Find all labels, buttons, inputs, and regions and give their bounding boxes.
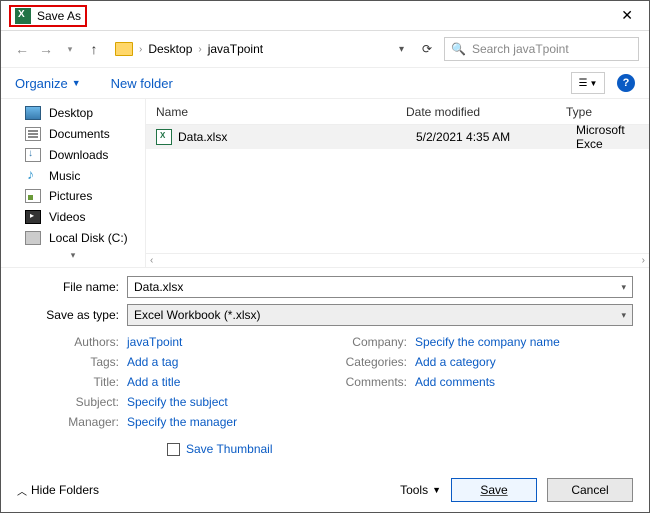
chevron-down-icon: ▼ [72, 78, 81, 88]
column-name[interactable]: Name [146, 105, 396, 119]
videos-icon [25, 210, 41, 224]
tools-menu[interactable]: Tools ▼ [400, 483, 441, 497]
sidebar-item-desktop[interactable]: Desktop [1, 103, 145, 124]
downloads-icon [25, 148, 41, 162]
chevron-down-icon[interactable]: ▾ [621, 282, 626, 293]
search-input[interactable]: 🔍 Search javaTpoint [444, 37, 639, 61]
chevron-down-icon: ▼ [432, 485, 441, 495]
save-button[interactable]: Save [451, 478, 537, 502]
chevron-down-icon: ▼ [590, 79, 598, 88]
tags-label: Tags: [17, 355, 127, 369]
tags-value[interactable]: Add a tag [127, 355, 178, 369]
authors-value[interactable]: javaTpoint [127, 335, 182, 349]
nav-recent-icon[interactable]: ▾ [59, 38, 81, 60]
sidebar-item-videos[interactable]: Videos [1, 207, 145, 228]
sidebar-item-music[interactable]: Music [1, 165, 145, 186]
disk-icon [25, 231, 41, 245]
save-thumbnail-label: Save Thumbnail [186, 442, 273, 456]
sidebar-item-local-disk[interactable]: Local Disk (C:) [1, 227, 145, 248]
title-value[interactable]: Add a title [127, 375, 180, 389]
savetype-select[interactable]: Excel Workbook (*.xlsx) ▾ [127, 304, 633, 326]
footer: ︿ Hide Folders Tools ▼ Save Cancel [1, 468, 649, 512]
chevron-right-icon: › [198, 44, 201, 55]
breadcrumb[interactable]: › Desktop › javaTpoint ▾ [111, 42, 410, 56]
main-area: Desktop Documents Downloads Music Pictur… [1, 99, 649, 267]
company-value[interactable]: Specify the company name [415, 335, 560, 349]
refresh-icon[interactable]: ⟳ [416, 38, 438, 60]
chevron-down-icon[interactable]: ▾ [399, 44, 404, 55]
window-title: Save As [37, 9, 81, 23]
file-name: Data.xlsx [178, 130, 406, 144]
titlebar: Save As ✕ [1, 1, 649, 31]
file-pane: Name Date modified Type Data.xlsx 5/2/20… [146, 99, 649, 267]
filename-label: File name: [17, 280, 127, 294]
sidebar: Desktop Documents Downloads Music Pictur… [1, 99, 146, 267]
sidebar-item-documents[interactable]: Documents [1, 124, 145, 145]
horizontal-scrollbar[interactable]: ‹› [146, 253, 649, 267]
comments-value[interactable]: Add comments [415, 375, 495, 389]
title-highlight: Save As [9, 5, 87, 27]
nav-up-icon[interactable]: ↑ [83, 38, 105, 60]
pictures-icon [25, 189, 41, 203]
file-date: 5/2/2021 4:35 AM [406, 130, 566, 144]
desktop-icon [25, 106, 41, 120]
view-options-button[interactable]: ☰ ▼ [571, 72, 605, 94]
save-thumbnail-row: Save Thumbnail [167, 442, 633, 456]
organize-menu[interactable]: Organize ▼ [15, 76, 81, 91]
manager-label: Manager: [17, 415, 127, 429]
navbar: ← → ▾ ↑ › Desktop › javaTpoint ▾ ⟳ 🔍 Sea… [1, 31, 649, 67]
column-date[interactable]: Date modified [396, 105, 556, 119]
sidebar-item-downloads[interactable]: Downloads [1, 144, 145, 165]
categories-label: Categories: [325, 355, 415, 369]
chevron-up-icon: ︿ [17, 483, 27, 498]
file-type: Microsoft Exce [566, 123, 649, 151]
save-as-dialog: Save As ✕ ← → ▾ ↑ › Desktop › javaTpoint… [0, 0, 650, 513]
music-icon [25, 169, 41, 183]
cancel-button[interactable]: Cancel [547, 478, 633, 502]
excel-file-icon [156, 129, 172, 145]
authors-label: Authors: [17, 335, 127, 349]
close-icon[interactable]: ✕ [613, 3, 641, 28]
savetype-label: Save as type: [17, 308, 127, 322]
nav-back-icon[interactable]: ← [11, 38, 33, 60]
metadata: Authors:javaTpoint Tags:Add a tag Title:… [17, 332, 633, 432]
save-thumbnail-checkbox[interactable] [167, 443, 180, 456]
nav-forward-icon[interactable]: → [35, 38, 57, 60]
comments-label: Comments: [325, 375, 415, 389]
hide-folders-button[interactable]: ︿ Hide Folders [17, 483, 99, 498]
search-icon: 🔍 [451, 42, 466, 56]
chevron-down-icon[interactable]: ▾ [621, 310, 626, 321]
new-folder-button[interactable]: New folder [111, 76, 173, 91]
chevron-right-icon: › [139, 44, 142, 55]
categories-value[interactable]: Add a category [415, 355, 496, 369]
manager-value[interactable]: Specify the manager [127, 415, 237, 429]
toolbar: Organize ▼ New folder ☰ ▼ ? [1, 67, 649, 99]
subject-value[interactable]: Specify the subject [127, 395, 228, 409]
documents-icon [25, 127, 41, 141]
scroll-down-icon[interactable]: ▾ [1, 248, 145, 263]
help-icon[interactable]: ? [617, 74, 635, 92]
folder-icon [115, 42, 133, 56]
column-type[interactable]: Type [556, 105, 649, 119]
sidebar-item-pictures[interactable]: Pictures [1, 186, 145, 207]
column-headers: Name Date modified Type [146, 99, 649, 125]
breadcrumb-part[interactable]: Desktop [148, 42, 192, 56]
company-label: Company: [325, 335, 415, 349]
search-placeholder: Search javaTpoint [472, 42, 569, 56]
bottom-panel: File name: Data.xlsx ▾ Save as type: Exc… [1, 267, 649, 468]
subject-label: Subject: [17, 395, 127, 409]
list-view-icon: ☰ [579, 78, 588, 89]
file-row[interactable]: Data.xlsx 5/2/2021 4:35 AM Microsoft Exc… [146, 125, 649, 149]
title-label: Title: [17, 375, 127, 389]
excel-icon [15, 8, 31, 24]
filename-input[interactable]: Data.xlsx ▾ [127, 276, 633, 298]
breadcrumb-part[interactable]: javaTpoint [208, 42, 263, 56]
